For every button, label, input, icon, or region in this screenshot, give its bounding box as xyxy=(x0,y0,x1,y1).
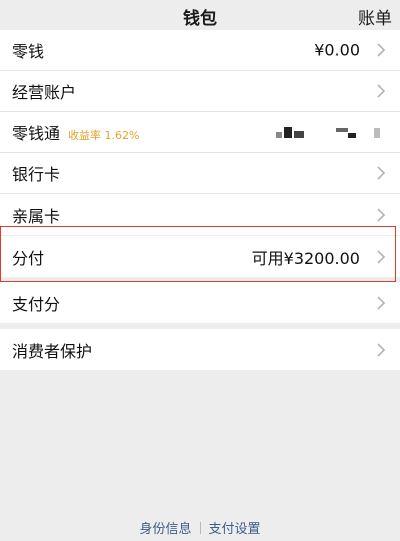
change-plus-row[interactable]: 零钱通 收益率 1.62% xyxy=(0,112,400,153)
change-label: 零钱 xyxy=(12,42,45,61)
wallet-group-main: 零钱 ¥0.00 经营账户 零钱通 收益率 1.62% 银行卡 亲属卡 xyxy=(0,30,400,235)
family-card-label: 亲属卡 xyxy=(12,206,61,226)
fenfu-available: 可用¥3200.00 xyxy=(251,248,360,268)
wallet-group-credit: 分付 可用¥3200.00 xyxy=(0,236,400,277)
fenfu-row[interactable]: 分付 可用¥3200.00 xyxy=(0,236,400,277)
change-plus-label-wrap: 零钱通 收益率 1.62% xyxy=(12,120,139,144)
business-account-row[interactable]: 经营账户 xyxy=(0,71,400,112)
bank-card-label: 银行卡 xyxy=(12,165,61,184)
change-row[interactable]: 零钱 ¥0.00 xyxy=(0,30,400,71)
masked-balance-blur xyxy=(276,125,386,139)
payment-settings-link[interactable]: 支付设置 xyxy=(209,518,261,537)
chevron-right-icon xyxy=(374,207,388,223)
wallet-group-score: 支付分 xyxy=(0,282,400,323)
consumer-protection-row[interactable]: 消费者保护 xyxy=(0,329,400,370)
chevron-right-icon xyxy=(374,295,388,311)
chevron-right-icon xyxy=(374,249,388,265)
business-account-label: 经营账户 xyxy=(12,83,77,102)
bill-button[interactable]: 账单 xyxy=(358,4,392,29)
chevron-right-icon xyxy=(374,165,388,181)
chevron-right-icon xyxy=(374,83,388,99)
pay-score-row[interactable]: 支付分 xyxy=(0,282,400,323)
consumer-protection-label: 消费者保护 xyxy=(12,341,93,361)
pay-score-label: 支付分 xyxy=(12,294,61,314)
fenfu-label: 分付 xyxy=(12,248,45,268)
change-plus-label: 零钱通 xyxy=(12,124,61,143)
identity-info-link[interactable]: 身份信息 xyxy=(139,518,191,537)
page-title: 钱包 xyxy=(183,9,217,29)
change-balance: ¥0.00 xyxy=(314,40,360,60)
footer-links: 身份信息 支付设置 xyxy=(0,518,400,537)
chevron-right-icon xyxy=(374,42,388,58)
chevron-right-icon xyxy=(374,342,388,358)
family-card-row[interactable]: 亲属卡 xyxy=(0,194,400,235)
bank-card-row[interactable]: 银行卡 xyxy=(0,153,400,194)
wallet-group-protection: 消费者保护 xyxy=(0,329,400,370)
footer-divider xyxy=(199,522,201,534)
top-bar: 钱包 账单 xyxy=(0,0,400,30)
yield-rate-text: 收益率 1.62% xyxy=(68,129,140,142)
